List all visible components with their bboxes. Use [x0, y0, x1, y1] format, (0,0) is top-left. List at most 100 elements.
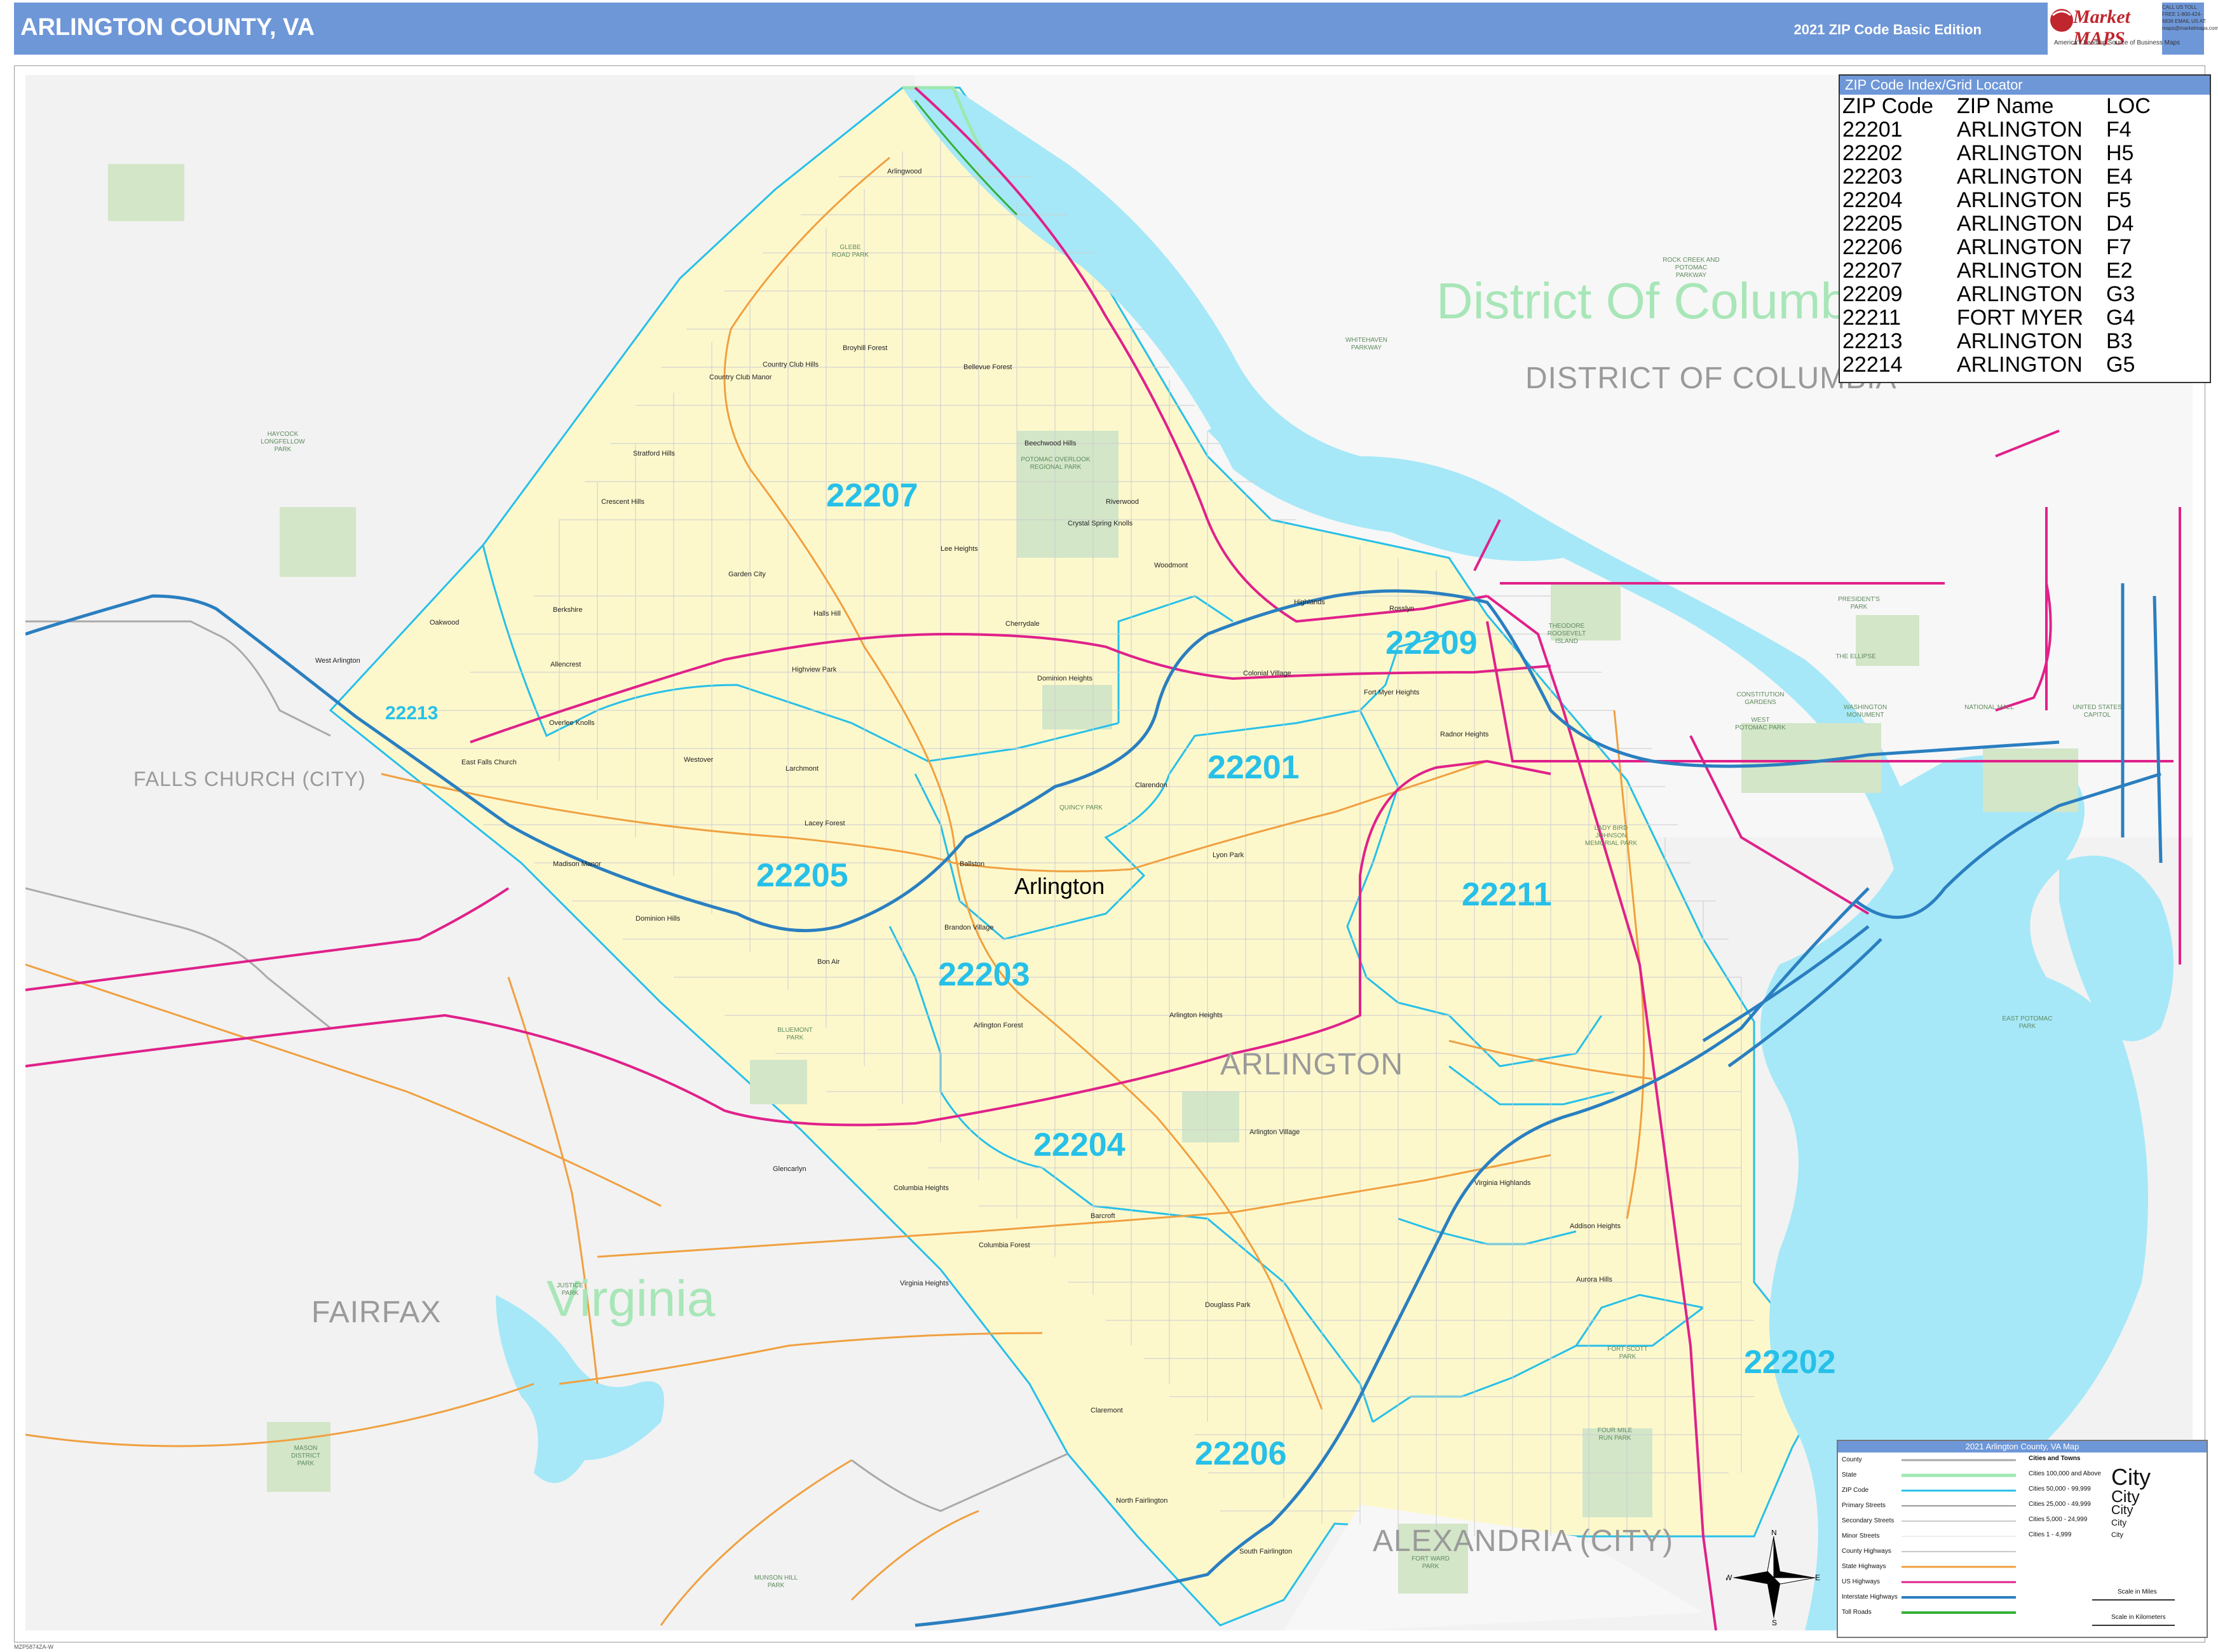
legend-city-class: Cities 100,000 and Above: [2029, 1470, 2101, 1477]
neighborhood-label: Country Club Hills: [763, 361, 819, 369]
park-label: FORT SCOTT PARK: [1607, 1346, 1648, 1360]
name-cell: ARLINGTON: [1957, 188, 2083, 212]
zip-index-panel: ZIP Code Index/Grid Locator ZIP Code ZIP…: [1839, 74, 2211, 383]
legend-city-class: Cities 1 - 4,999: [2029, 1531, 2072, 1538]
loc-cell: D4: [2106, 212, 2134, 236]
zip-index-col-zip: ZIP Code: [1842, 94, 1934, 118]
city-label-arlington: Arlington: [1014, 873, 1105, 899]
neighborhood-label: North Fairlington: [1116, 1497, 1168, 1505]
neighborhood-label: Glencarlyn: [773, 1165, 806, 1173]
table-row: 22213 ARLINGTON B3: [1840, 330, 2210, 353]
neighborhood-label: Barcroft: [1091, 1212, 1115, 1220]
zip-label-22209: 22209: [1385, 625, 1478, 661]
neighborhood-label: Woodmont: [1154, 562, 1188, 569]
park-label: HAYCOCK LONGFELLOW PARK: [261, 431, 305, 453]
park-label: JUSTICE PARK: [557, 1282, 583, 1297]
zip-index-col-loc: LOC: [2106, 94, 2151, 118]
neighborhood-label: Arlington Village: [1249, 1128, 1300, 1136]
zip-cell: 22209: [1842, 282, 1903, 306]
legend-city-sample: City: [2111, 1531, 2123, 1539]
zip-cell: 22203: [1842, 165, 1903, 189]
park-label: FOUR MILE RUN PARK: [1597, 1427, 1633, 1442]
loc-cell: B3: [2106, 329, 2133, 353]
name-cell: FORT MYER: [1957, 306, 2083, 330]
park-label: EAST POTOMAC PARK: [2002, 1015, 2053, 1030]
legend-city-sample: City: [2111, 1517, 2127, 1527]
park-label: POTOMAC OVERLOOK REGIONAL PARK: [1021, 456, 1091, 471]
neighborhood-label: Radnor Heights: [1440, 731, 1489, 738]
neighborhood-label: Berkshire: [553, 606, 583, 614]
table-row: 22214 ARLINGTON G5: [1840, 353, 2210, 377]
header-bar: ARLINGTON COUNTY, VA 2021 ZIP Code Basic…: [14, 3, 2204, 55]
compass-e: E: [1815, 1573, 1820, 1582]
state-label-virginia: Virginia: [547, 1270, 716, 1327]
zip-cell: 22204: [1842, 188, 1903, 212]
loc-cell: G5: [2106, 353, 2135, 377]
neighborhood-label: Oakwood: [430, 619, 459, 626]
name-cell: ARLINGTON: [1957, 259, 2083, 283]
neighborhood-label: West Arlington: [315, 657, 360, 665]
zip-cell: 22214: [1842, 353, 1903, 377]
edition-label: 2021 ZIP Code Basic Edition: [1793, 22, 1982, 37]
neighborhood-label: Columbia Heights: [894, 1184, 949, 1192]
legend-city-class: Cities 50,000 - 99,999: [2029, 1486, 2091, 1493]
table-row: 22205 ARLINGTON D4: [1840, 212, 2210, 236]
county-label-arlington: ARLINGTON: [1220, 1048, 1404, 1081]
name-cell: ARLINGTON: [1957, 282, 2083, 306]
loc-cell: F7: [2106, 235, 2132, 259]
legend-city-sample: City: [2111, 1503, 2133, 1517]
neighborhood-label: East Falls Church: [461, 759, 517, 766]
neighborhood-label: Aurora Hills: [1576, 1276, 1612, 1283]
neighborhood-label: Stratford Hills: [633, 450, 676, 457]
neighborhood-label: Larchmont: [786, 765, 819, 773]
name-cell: ARLINGTON: [1957, 165, 2083, 189]
name-cell: ARLINGTON: [1957, 353, 2083, 377]
neighborhood-label: Ballston: [960, 860, 985, 868]
map-title: ARLINGTON COUNTY, VA: [20, 14, 315, 41]
park-label: NATIONAL MALL: [1964, 704, 2014, 711]
table-row: 22211 FORT MYER G4: [1840, 306, 2210, 330]
zip-label-22203: 22203: [938, 956, 1030, 993]
legend-city-class: Cities 5,000 - 24,999: [2029, 1516, 2088, 1523]
county-label-alexandria: ALEXANDRIA (CITY): [1373, 1524, 1674, 1558]
zip-cell: 22205: [1842, 212, 1903, 236]
park-label: MASON DISTRICT PARK: [290, 1445, 321, 1467]
neighborhood-label: Fort Myer Heights: [1364, 689, 1420, 696]
zip-label-22211: 22211: [1462, 876, 1552, 913]
loc-cell: H5: [2106, 141, 2134, 165]
logo-tagline: America's Leading Source of Business Map…: [2054, 39, 2181, 46]
neighborhood-label: Virginia Highlands: [1474, 1179, 1531, 1187]
zip-label-22206: 22206: [1195, 1435, 1287, 1472]
neighborhood-label: Cherrydale: [1005, 620, 1040, 628]
park-label: FORT WARD PARK: [1412, 1555, 1450, 1570]
map-legend: 2021 Arlington County, VA Map County Sta…: [1837, 1440, 2208, 1638]
neighborhood-label: Overlee Knolls: [549, 719, 595, 727]
compass-w: W: [1726, 1573, 1732, 1582]
county-label-falls-church: FALLS CHURCH (CITY): [133, 768, 366, 790]
loc-cell: E4: [2106, 165, 2133, 189]
zip-label-22213: 22213: [385, 703, 439, 724]
zip-cell: 22211: [1842, 306, 1902, 330]
zip-cell: 22202: [1842, 141, 1903, 165]
state-label-dc: District Of Columbia: [1436, 273, 1889, 329]
neighborhood-label: Bellevue Forest: [963, 363, 1012, 371]
neighborhood-label: Clarendon: [1135, 782, 1167, 789]
neighborhood-label: Beechwood Hills: [1024, 440, 1077, 447]
compass-n: N: [1771, 1530, 1777, 1537]
park-label: WHITEHAVEN PARKWAY: [1345, 337, 1387, 351]
zip-cell: 22201: [1842, 118, 1903, 142]
county-label-fairfax: FAIRFAX: [311, 1296, 442, 1329]
name-cell: ARLINGTON: [1957, 118, 2083, 142]
neighborhood-label: Westover: [684, 756, 714, 764]
map-code: MZP5874ZA-W: [14, 1644, 54, 1650]
loc-cell: G4: [2106, 306, 2135, 330]
zip-index-col-name: ZIP Name: [1957, 94, 2054, 118]
logo-globe-icon: [2050, 9, 2073, 32]
contact-info: CALL US TOLL FREE 1-800-424-6836 EMAIL U…: [2162, 4, 2218, 31]
park-label: THEODORE ROOSEVELT ISLAND: [1547, 623, 1586, 645]
legend-cities-title: Cities and Towns: [2029, 1455, 2081, 1462]
neighborhood-label: Garden City: [728, 571, 766, 578]
scale-km-label: Scale in Kilometers: [2111, 1614, 2166, 1621]
park-label: CONSTITUTION GARDENS: [1736, 691, 1785, 706]
neighborhood-label: Highlands: [1294, 599, 1325, 606]
